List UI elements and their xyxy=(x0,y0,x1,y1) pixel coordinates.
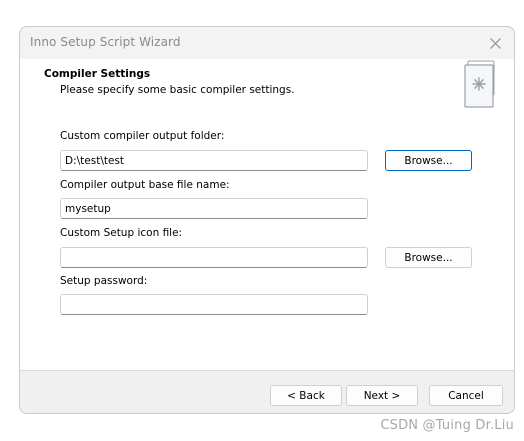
icon-file-label: Custom Setup icon file: xyxy=(60,227,183,239)
wizard-footer: < Back Next > Cancel xyxy=(20,371,514,413)
wizard-body: Custom compiler output folder: Browse...… xyxy=(20,117,514,370)
close-button[interactable] xyxy=(482,31,508,55)
wizard-dialog: Inno Setup Script Wizard Compiler Settin… xyxy=(19,26,515,414)
password-input[interactable] xyxy=(60,294,368,315)
next-button[interactable]: Next > xyxy=(346,385,418,406)
back-button[interactable]: < Back xyxy=(270,385,342,406)
browse-output-folder-button[interactable]: Browse... xyxy=(385,150,472,171)
page-title: Compiler Settings xyxy=(44,68,151,80)
icon-file-input[interactable] xyxy=(60,247,368,268)
watermark-text: CSDN @Tuing Dr.Liu xyxy=(380,418,514,433)
close-icon xyxy=(489,37,501,49)
output-folder-input[interactable] xyxy=(60,150,368,171)
browse-icon-file-button[interactable]: Browse... xyxy=(385,247,472,268)
base-filename-label: Compiler output base file name: xyxy=(60,179,230,191)
window-title: Inno Setup Script Wizard xyxy=(30,35,181,49)
cancel-button[interactable]: Cancel xyxy=(429,385,503,406)
base-filename-input[interactable] xyxy=(60,198,368,219)
output-folder-label: Custom compiler output folder: xyxy=(60,130,225,142)
wizard-header: Compiler Settings Please specify some ba… xyxy=(20,59,514,117)
password-label: Setup password: xyxy=(60,275,148,287)
title-bar: Inno Setup Script Wizard xyxy=(20,27,514,59)
page-subtitle: Please specify some basic compiler setti… xyxy=(60,84,295,96)
wizard-document-icon xyxy=(464,60,495,108)
